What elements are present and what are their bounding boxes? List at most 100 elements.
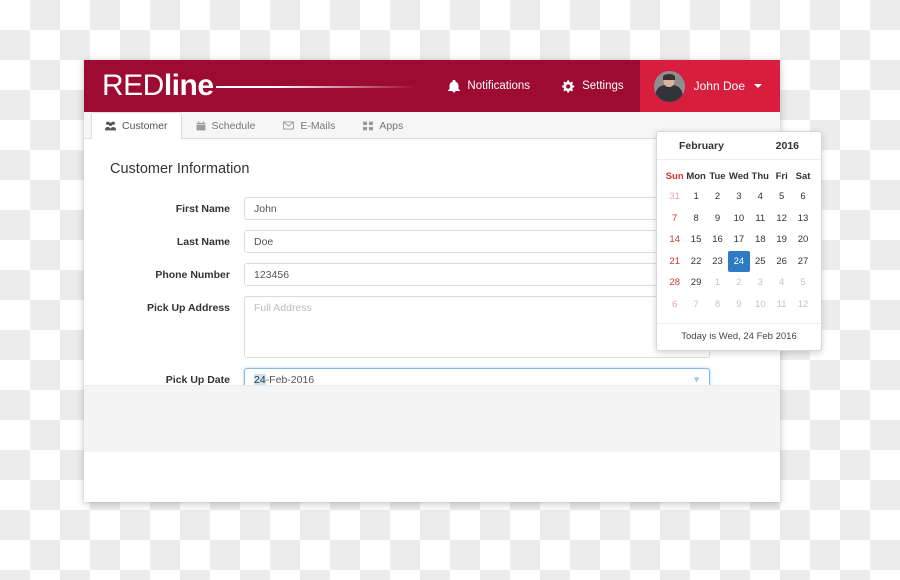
datepicker-day[interactable]: 25	[750, 251, 771, 273]
footer-panel	[84, 385, 780, 452]
pickup-date-label: Pick Up Date	[165, 374, 230, 386]
user-name-label: John Doe	[693, 79, 745, 93]
datepicker-day[interactable]: 11	[750, 208, 771, 230]
datepicker-day[interactable]: 3	[750, 272, 771, 294]
envelope-icon	[283, 121, 295, 130]
datepicker-day[interactable]: 14	[664, 229, 685, 251]
datepicker-month-label[interactable]: February	[679, 140, 724, 152]
datepicker-day[interactable]: 31	[664, 186, 685, 208]
datepicker-day[interactable]: 15	[685, 229, 706, 251]
last-name-label: Last Name	[176, 236, 230, 248]
datepicker-day[interactable]: 18	[750, 229, 771, 251]
pickup-address-textarea[interactable]: Full Address	[244, 296, 710, 358]
brand-logo[interactable]: REDline	[102, 71, 416, 101]
tab-apps[interactable]: Apps	[349, 112, 417, 138]
datepicker-day[interactable]: 22	[685, 251, 706, 273]
chevron-down-icon	[754, 84, 762, 88]
brand-text-red: RED	[102, 69, 164, 102]
datepicker-day[interactable]: 5	[792, 272, 813, 294]
phone-number-field-wrap: 123456	[244, 263, 710, 286]
datepicker-day[interactable]: 28	[664, 272, 685, 294]
datepicker-day[interactable]: 3	[728, 186, 749, 208]
datepicker-day[interactable]: 4	[750, 186, 771, 208]
datepicker-day[interactable]: 2	[707, 186, 728, 208]
datepicker-weekday-fri: Fri	[775, 170, 788, 182]
phone-number-label: Phone Number	[155, 269, 230, 281]
datepicker-week-row: 28 29 1 2 3 4 5	[664, 272, 814, 294]
datepicker-day[interactable]: 23	[707, 251, 728, 273]
phone-number-input[interactable]: 123456	[244, 263, 710, 286]
datepicker-day[interactable]: 2	[728, 272, 749, 294]
datepicker-day[interactable]: 16	[707, 229, 728, 251]
datepicker-day[interactable]: 6	[664, 294, 685, 316]
datepicker-day-selected[interactable]: 24	[728, 250, 750, 272]
settings-button[interactable]: Settings	[546, 60, 640, 112]
datepicker-day[interactable]: 6	[792, 186, 813, 208]
datepicker-weekday-thu: Thu	[751, 170, 769, 182]
brand-underline-decoration	[215, 86, 416, 88]
gear-icon	[562, 79, 575, 93]
datepicker-week-row: 21 22 23 24 25 26 27	[664, 250, 814, 273]
datepicker-day[interactable]: 26	[771, 251, 792, 273]
datepicker-day[interactable]: 21	[664, 251, 685, 273]
tab-emails[interactable]: E-Mails	[269, 112, 349, 138]
datepicker-day[interactable]: 11	[771, 294, 792, 316]
first-name-label: First Name	[175, 203, 230, 215]
tab-apps-label: Apps	[379, 119, 404, 132]
brand-text-line: line	[163, 69, 214, 102]
datepicker-day[interactable]: 1	[685, 186, 706, 208]
tab-schedule[interactable]: Schedule	[182, 112, 270, 138]
datepicker-day[interactable]: 8	[707, 294, 728, 316]
datepicker-day[interactable]: 10	[728, 208, 749, 230]
datepicker-header: February 2016	[657, 132, 821, 160]
datepicker-week-row: 14 15 16 17 18 19 20	[664, 229, 814, 251]
datepicker-weekday-mon: Mon	[686, 170, 706, 182]
datepicker-year-label[interactable]: 2016	[776, 140, 799, 152]
bell-icon	[448, 79, 461, 93]
datepicker-day[interactable]: 17	[728, 229, 749, 251]
datepicker-week-row: 6 7 8 9 10 11 12	[664, 294, 814, 316]
datepicker-weekday-sun: Sun	[665, 170, 684, 182]
notifications-button[interactable]: Notifications	[432, 60, 546, 112]
datepicker-day[interactable]: 20	[792, 229, 813, 251]
datepicker-week-row: 7 8 9 10 11 12 13	[664, 208, 814, 230]
datepicker-day[interactable]: 8	[685, 208, 706, 230]
datepicker-day[interactable]: 7	[685, 294, 706, 316]
datepicker-day[interactable]: 27	[792, 251, 813, 273]
last-name-input[interactable]: Doe	[244, 230, 710, 253]
grid-icon	[363, 121, 374, 131]
datepicker-day[interactable]: 1	[707, 272, 728, 294]
first-name-input[interactable]: John	[244, 197, 710, 220]
datepicker-weekday-row: Sun Mon Tue Wed Thu Fri Sat	[664, 166, 814, 186]
datepicker-week-row: 31 1 2 3 4 5 6	[664, 186, 814, 208]
datepicker-day[interactable]: 9	[728, 294, 749, 316]
datepicker-today-label[interactable]: Today is Wed, 24 Feb 2016	[657, 323, 821, 350]
datepicker-day[interactable]: 5	[771, 186, 792, 208]
settings-label: Settings	[582, 80, 624, 92]
datepicker-day[interactable]: 19	[771, 229, 792, 251]
last-name-field-wrap: Doe	[244, 230, 710, 253]
datepicker-popup: February 2016 Sun Mon Tue Wed Thu Fri Sat 31 1 2…	[656, 131, 822, 351]
datepicker-day[interactable]: 7	[664, 208, 685, 230]
datepicker-day[interactable]: 13	[792, 208, 813, 230]
datepicker-day[interactable]: 10	[750, 294, 771, 316]
users-icon	[105, 121, 116, 131]
pickup-address-field-wrap: Full Address	[244, 296, 710, 358]
avatar-hair	[663, 73, 676, 80]
datepicker-day[interactable]: 12	[792, 294, 813, 316]
datepicker-day[interactable]: 12	[771, 208, 792, 230]
tab-customer[interactable]: Customer	[91, 112, 182, 139]
tab-customer-label: Customer	[122, 120, 168, 132]
datepicker-day[interactable]: 9	[707, 208, 728, 230]
pickup-date-selected-text: 24	[254, 373, 266, 386]
calendar-icon	[196, 121, 206, 131]
datepicker-weekday-sat: Sat	[795, 170, 811, 182]
brand-text: REDline	[102, 71, 214, 101]
tab-emails-label: E-Mails	[300, 119, 336, 132]
datepicker-day[interactable]: 29	[685, 272, 706, 294]
datepicker-weekday-tue: Tue	[709, 170, 726, 182]
first-name-field-wrap: John	[244, 197, 710, 220]
datepicker-day[interactable]: 4	[771, 272, 792, 294]
datepicker-weeks: 31 1 2 3 4 5 6 7 8 9 10 11 12 13 14 15 16 17 18 19 20 21 22 23 2…	[664, 186, 814, 315]
user-menu[interactable]: John Doe	[639, 60, 780, 112]
